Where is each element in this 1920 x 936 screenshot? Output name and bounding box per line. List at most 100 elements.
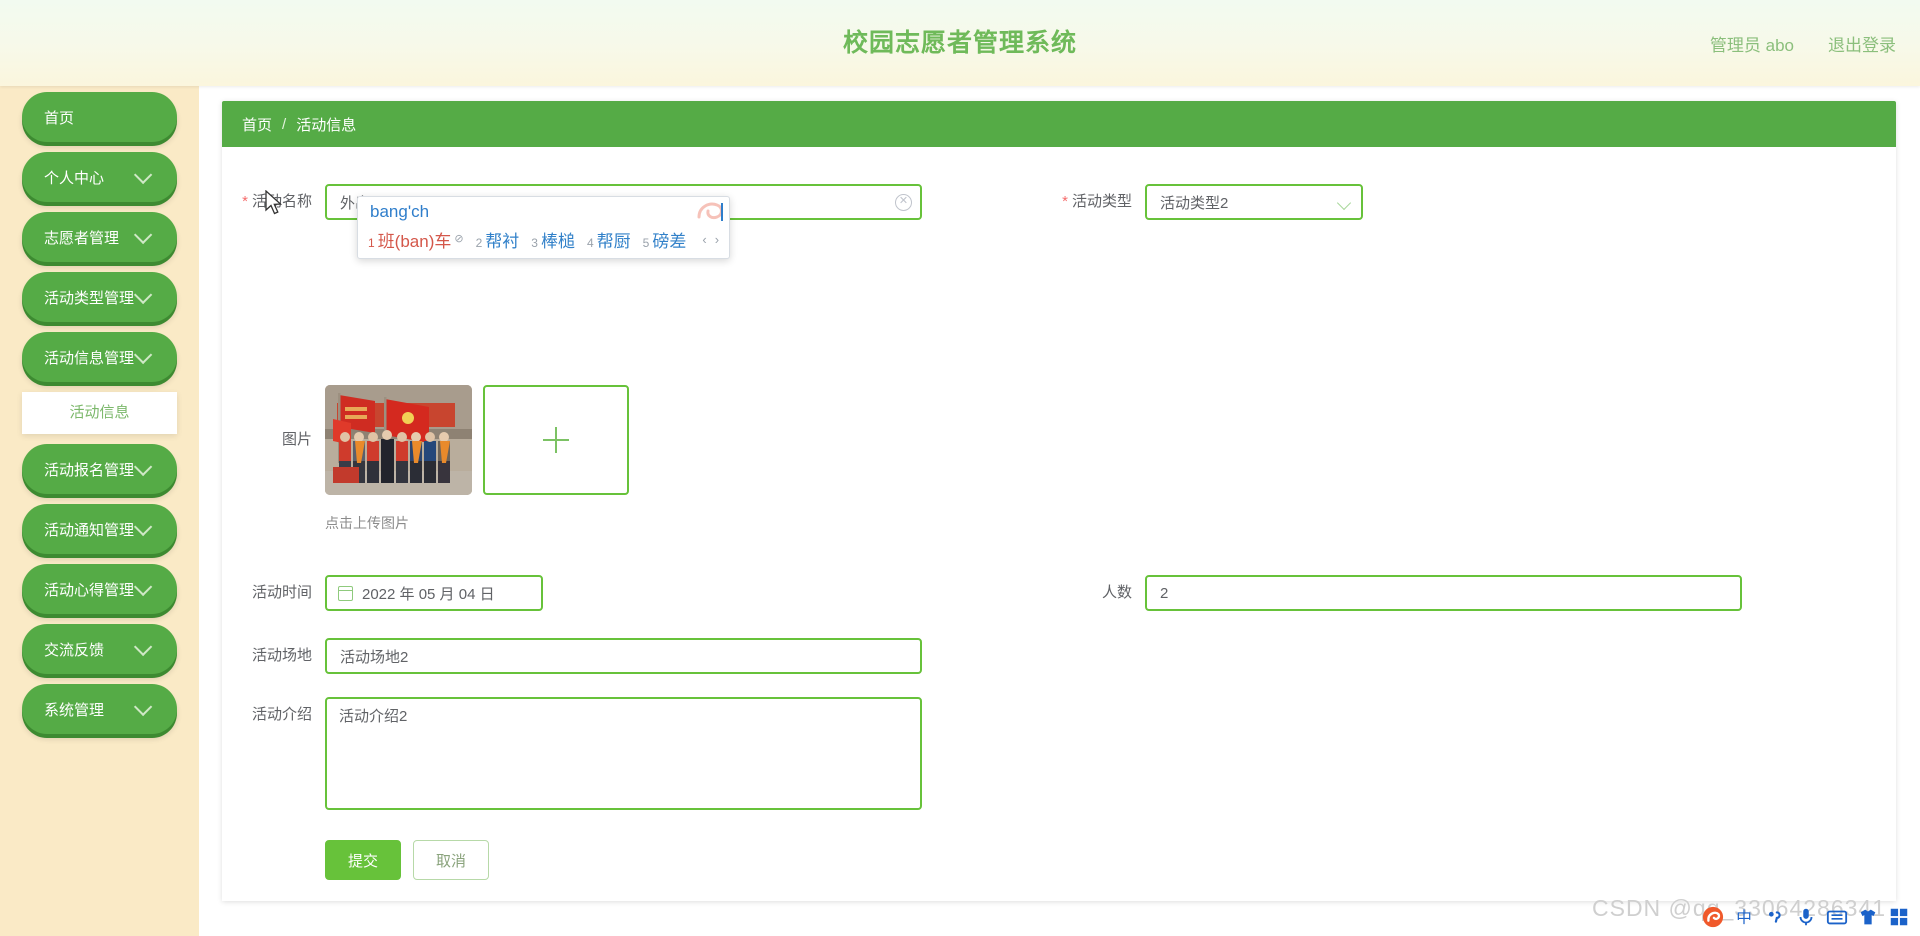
ime-candidate-word: 班(ban)车	[377, 232, 452, 251]
chevron-down-icon	[133, 272, 163, 322]
activity-place-label: 活动场地	[251, 647, 312, 664]
ime-candidate-number: 4	[586, 236, 594, 250]
sidebar-item-label: 志愿者管理	[44, 229, 120, 247]
ime-candidate-word: 磅差	[652, 232, 687, 251]
ime-candidate-word: 帮厨	[596, 232, 631, 251]
uploaded-image-thumbnail[interactable]	[325, 385, 472, 495]
sidebar-item-personal-center[interactable]: 个人中心	[22, 152, 177, 202]
sidebar-item-label: 活动类型管理	[44, 289, 135, 307]
activity-time-datepicker[interactable]: 2022 年 05 月 04 日	[325, 575, 543, 611]
sidebar-item-system-mgmt[interactable]: 系统管理	[22, 684, 177, 734]
chevron-down-icon	[133, 564, 163, 614]
app-header: 校园志愿者管理系统 管理员 abo 退出登录	[0, 0, 1920, 86]
ime-prev-page-arrow[interactable]: ‹	[702, 232, 706, 247]
picture-label: 图片	[281, 431, 312, 448]
activity-photo	[325, 385, 472, 495]
skin-icon[interactable]	[1857, 906, 1879, 928]
sidebar-item-home[interactable]: 首页	[22, 92, 177, 142]
ime-candidate-popup[interactable]: bang'ch 1 班(ban)车 ⊘ 2 帮衬 3 棒槌 4 帮厨 5 磅差	[357, 196, 731, 259]
ime-candidate-mark: ⊘	[454, 233, 464, 245]
ime-candidate-list: 1 班(ban)车 ⊘ 2 帮衬 3 棒槌 4 帮厨 5 磅差 ‹ ›	[366, 225, 721, 252]
sidebar-item-label: 活动心得管理	[44, 581, 135, 599]
sidebar: 首页 个人中心 志愿者管理 活动类型管理 活动信息管理 活动信息 活动报名管理 …	[0, 86, 199, 936]
chevron-down-icon	[133, 152, 163, 202]
field-picture: 图片	[222, 385, 629, 495]
ime-candidate-word: 帮衬	[485, 232, 520, 251]
people-count-input[interactable]	[1145, 575, 1742, 611]
keyboard-icon[interactable]	[1826, 906, 1848, 928]
activity-name-label: * 活动名称	[242, 193, 312, 210]
activity-type-select[interactable]: 活动类型2	[1145, 184, 1363, 220]
ime-candidate-word: 棒槌	[540, 232, 575, 251]
punctuation-icon[interactable]	[1764, 906, 1786, 928]
chevron-down-icon	[133, 624, 163, 674]
ime-pinyin-text: bang'ch	[366, 201, 724, 225]
chevron-down-icon	[133, 212, 163, 262]
field-activity-intro: 活动介绍	[222, 697, 922, 810]
toolbox-icon[interactable]	[1888, 906, 1910, 928]
activity-time-label: 活动时间	[251, 584, 312, 601]
field-activity-time: 活动时间 2022 年 05 月 04 日	[222, 575, 543, 611]
page-title: 校园志愿者管理系统	[842, 29, 1077, 57]
logout-link[interactable]: 退出登录	[1828, 31, 1896, 56]
required-mark: *	[1062, 193, 1068, 210]
circle-close-icon[interactable]: ✕	[895, 194, 912, 211]
chevron-down-icon	[133, 332, 163, 382]
sidebar-item-volunteer-mgmt[interactable]: 志愿者管理	[22, 212, 177, 262]
activity-place-input[interactable]	[325, 638, 922, 674]
header-actions: 管理员 abo 退出登录	[1710, 0, 1896, 86]
ime-next-page-arrow[interactable]: ›	[715, 232, 719, 247]
sidebar-item-label: 活动报名管理	[44, 461, 135, 479]
field-activity-type: * 活动类型 活动类型2	[1042, 184, 1363, 220]
sidebar-item-activity-experience-mgmt[interactable]: 活动心得管理	[22, 564, 177, 614]
chevron-down-icon	[1336, 195, 1352, 211]
ime-candidate-number: 1	[368, 236, 375, 250]
ime-candidate-1[interactable]: 1 班(ban)车 ⊘	[368, 227, 464, 252]
sidebar-submenu: 活动信息	[22, 392, 177, 434]
ime-candidate-5[interactable]: 5 磅差	[643, 227, 687, 252]
submit-button[interactable]: 提交	[325, 840, 402, 880]
sidebar-item-activity-info-mgmt[interactable]: 活动信息管理	[22, 332, 177, 382]
activity-intro-label: 活动介绍	[251, 706, 312, 723]
sidebar-item-activity-notice-mgmt[interactable]: 活动通知管理	[22, 504, 177, 554]
activity-type-value: 活动类型2	[1160, 194, 1229, 212]
sidebar-item-label: 交流反馈	[44, 641, 105, 659]
ime-candidate-number: 2	[475, 236, 483, 250]
breadcrumb-current: 活动信息	[296, 116, 357, 134]
chevron-down-icon	[133, 684, 163, 734]
form-actions: 提交 取消	[325, 840, 490, 880]
sidebar-item-feedback[interactable]: 交流反馈	[22, 624, 177, 674]
sidebar-submenu-item-activity-info[interactable]: 活动信息	[22, 392, 177, 434]
sidebar-item-label: 活动通知管理	[44, 521, 135, 539]
ime-candidate-number: 5	[642, 236, 650, 250]
admin-name: 管理员 abo	[1709, 35, 1794, 55]
activity-intro-textarea[interactable]	[325, 697, 922, 810]
ime-candidate-number: 3	[531, 236, 538, 250]
svg-text:中: 中	[1736, 909, 1752, 927]
upload-hint-text: 点击上传图片	[325, 515, 409, 531]
sidebar-item-label: 个人中心	[44, 169, 105, 187]
chevron-down-icon	[133, 504, 163, 554]
microphone-icon[interactable]	[1795, 906, 1817, 928]
ime-candidate-3[interactable]: 3 棒槌	[531, 227, 575, 252]
chevron-down-icon	[133, 444, 163, 494]
ime-pager: ‹ ›	[702, 232, 719, 247]
field-activity-place: 活动场地	[222, 638, 922, 674]
ime-candidate-2[interactable]: 2 帮衬	[476, 227, 520, 252]
activity-time-value: 2022 年 05 月 04 日	[362, 585, 495, 603]
upload-image-button[interactable]	[483, 385, 629, 495]
activity-type-label: * 活动类型	[1062, 193, 1132, 210]
sidebar-item-activity-signup-mgmt[interactable]: 活动报名管理	[22, 444, 177, 494]
upload-hint-row: 点击上传图片	[325, 513, 409, 533]
sidebar-item-label: 首页	[44, 109, 75, 127]
sogou-logo-icon[interactable]	[1702, 906, 1724, 928]
breadcrumb-separator: /	[282, 115, 287, 133]
cancel-button[interactable]: 取消	[413, 840, 490, 880]
sidebar-item-activity-type-mgmt[interactable]: 活动类型管理	[22, 272, 177, 322]
ime-candidate-4[interactable]: 4 帮厨	[587, 227, 631, 252]
calendar-icon	[338, 585, 353, 601]
chinese-mode-icon[interactable]: 中	[1733, 906, 1755, 928]
breadcrumb-home[interactable]: 首页	[242, 114, 272, 135]
sidebar-item-label: 系统管理	[44, 701, 105, 719]
plus-icon	[543, 427, 569, 453]
